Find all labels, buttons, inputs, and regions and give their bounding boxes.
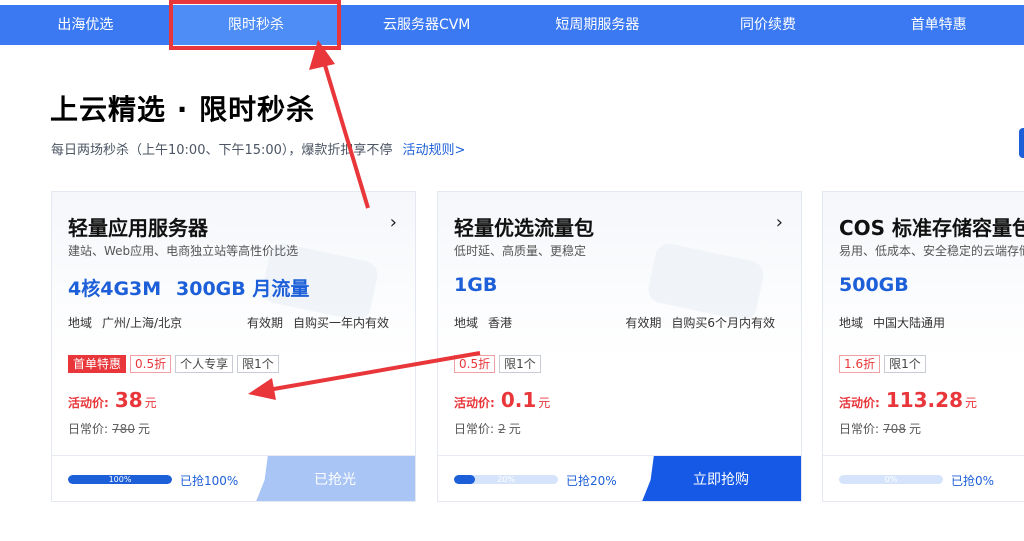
- tag-discount: 0.5折: [454, 355, 496, 373]
- tag-limit: 限1个: [499, 355, 541, 373]
- region-value: 中国大陆通用: [873, 316, 946, 330]
- chevron-right-icon[interactable]: ›: [390, 212, 397, 233]
- tag-limit: 限1个: [237, 355, 279, 373]
- tag-discount: 1.6折: [839, 355, 881, 373]
- progress-bar: 0%: [839, 475, 943, 484]
- validity-value: 自购买一年内有效: [292, 316, 389, 330]
- product-name: 轻量应用服务器: [68, 216, 208, 240]
- progress-label: 0%: [884, 475, 898, 484]
- product-validity: 有效期 自购买6个月内有效: [625, 314, 775, 331]
- grabbed-text: 已抢100%: [180, 474, 239, 488]
- nav-item-flash-sale[interactable]: 限时秒杀: [168, 0, 342, 50]
- card-footer: 100% 已抢100% 已抢光: [52, 455, 415, 501]
- progress-bar: 100%: [68, 475, 172, 484]
- validity-value: 自购买6个月内有效: [671, 316, 775, 330]
- card-footer: 20% 已抢20% 立即抢购: [438, 455, 801, 501]
- page-title: 上云精选 · 限时秒杀: [50, 93, 316, 126]
- price-unit: 元: [144, 396, 157, 410]
- product-traffic: 300GB 月流量: [176, 278, 310, 300]
- regular-label: 日常价:: [68, 422, 109, 436]
- tag-first-order: 首单特惠: [68, 355, 127, 373]
- product-desc: 建站、Web应用、电商独立站等高性价比选: [68, 244, 299, 258]
- promo-price: 113.28: [885, 388, 963, 412]
- region-value: 广州/上海/北京: [102, 316, 183, 330]
- product-region: 地域 中国大陆通用: [839, 314, 945, 331]
- nav-item-cvm[interactable]: 云服务器CVM: [341, 5, 512, 45]
- promo-price-row: 活动价: 113.28 元: [839, 388, 977, 412]
- product-card-lighthouse[interactable]: 轻量应用服务器 › 建站、Web应用、电商独立站等高性价比选 4核4G3M 30…: [51, 191, 416, 502]
- regular-label: 日常价:: [454, 422, 495, 436]
- region-label: 地域: [454, 316, 479, 330]
- rules-link[interactable]: 活动规则>: [402, 143, 465, 158]
- promo-label: 活动价:: [454, 396, 495, 410]
- price-unit: 元: [908, 422, 921, 436]
- product-desc: 低时延、高质量、更稳定: [454, 244, 587, 258]
- sold-out-button[interactable]: 已抢光: [255, 456, 415, 501]
- product-validity: 有效期 自购买一年内有效: [247, 314, 389, 331]
- price-unit: 元: [508, 422, 521, 436]
- regular-price-row: 日常价: 708 元: [839, 420, 921, 437]
- product-desc: 易用、低成本、安全稳定的云端存储: [839, 244, 1024, 258]
- grabbed-text: 已抢0%: [951, 474, 995, 488]
- buy-now-button[interactable]: 立即抢购: [641, 456, 801, 501]
- product-tags: 1.6折 限1个: [839, 355, 926, 373]
- progress-bar: 20%: [454, 475, 558, 484]
- card-decoration: [645, 241, 767, 323]
- product-card-cos[interactable]: COS 标准存储容量包 易用、低成本、安全稳定的云端存储 500GB 地域 中国大…: [822, 191, 1024, 502]
- promo-price: 0.1: [500, 388, 537, 412]
- tag-limit: 限1个: [884, 355, 926, 373]
- regular-price: 780: [112, 422, 135, 436]
- regular-label: 日常价:: [839, 422, 880, 436]
- arrow-up-line: [322, 61, 370, 209]
- nav-item-same-price-renew[interactable]: 同价续费: [683, 5, 854, 45]
- price-unit: 元: [137, 422, 150, 436]
- chevron-right-icon[interactable]: ›: [776, 212, 783, 233]
- region-label: 地域: [68, 316, 93, 330]
- regular-price-row: 日常价: 2 元: [454, 420, 521, 437]
- promo-price-row: 活动价: 38 元: [68, 388, 157, 412]
- progress-label: 100%: [108, 475, 132, 484]
- promo-label: 活动价:: [839, 396, 880, 410]
- price-unit: 元: [538, 396, 551, 410]
- regular-price: 708: [883, 422, 906, 436]
- product-tags: 首单特惠 0.5折 个人专享 限1个: [68, 355, 279, 373]
- validity-label: 有效期: [625, 316, 662, 330]
- progress-label: 20%: [497, 475, 515, 484]
- product-region: 地域 香港: [454, 314, 512, 331]
- product-spec: 1GB: [454, 274, 498, 296]
- region-label: 地域: [839, 316, 864, 330]
- tag-personal: 个人专享: [175, 355, 234, 373]
- nav-item-short-term[interactable]: 短周期服务器: [512, 5, 683, 45]
- card-footer: 0% 已抢0%: [823, 455, 1024, 501]
- side-float-tab[interactable]: [1019, 128, 1024, 158]
- region-value: 香港: [488, 316, 513, 330]
- price-unit: 元: [965, 396, 978, 410]
- promo-label: 活动价:: [68, 396, 109, 410]
- top-nav: 出海优选 限时秒杀 云服务器CVM 短周期服务器 同价续费 首单特惠: [0, 0, 1024, 50]
- nav-item-first-order[interactable]: 首单特惠: [853, 5, 1024, 45]
- grabbed-text: 已抢20%: [566, 474, 617, 488]
- product-card-traffic-pack[interactable]: 轻量优选流量包 › 低时延、高质量、更稳定 1GB 地域 香港 有效期 自购买6个月…: [437, 191, 802, 502]
- validity-label: 有效期: [246, 316, 283, 330]
- product-spec: 4核4G3M: [68, 278, 162, 300]
- regular-price-row: 日常价: 780 元: [68, 420, 150, 437]
- product-region: 地域 广州/上海/北京: [68, 314, 182, 331]
- nav-item-overseas[interactable]: 出海优选: [0, 5, 171, 45]
- tag-discount: 0.5折: [130, 355, 172, 373]
- regular-price: 2: [498, 422, 506, 436]
- page-subtitle: 每日两场秒杀（上午10:00、下午15:00），爆款折扣享不停 活动规则>: [51, 139, 465, 158]
- product-name: 轻量优选流量包: [454, 216, 594, 240]
- product-spec: 500GB: [839, 274, 909, 296]
- subtitle-text: 每日两场秒杀（上午10:00、下午15:00），爆款折扣享不停: [51, 143, 393, 158]
- promo-price-row: 活动价: 0.1 元: [454, 388, 550, 412]
- product-tags: 0.5折 限1个: [454, 355, 541, 373]
- promo-price: 38: [114, 388, 143, 412]
- product-name: COS 标准存储容量包: [839, 216, 1024, 240]
